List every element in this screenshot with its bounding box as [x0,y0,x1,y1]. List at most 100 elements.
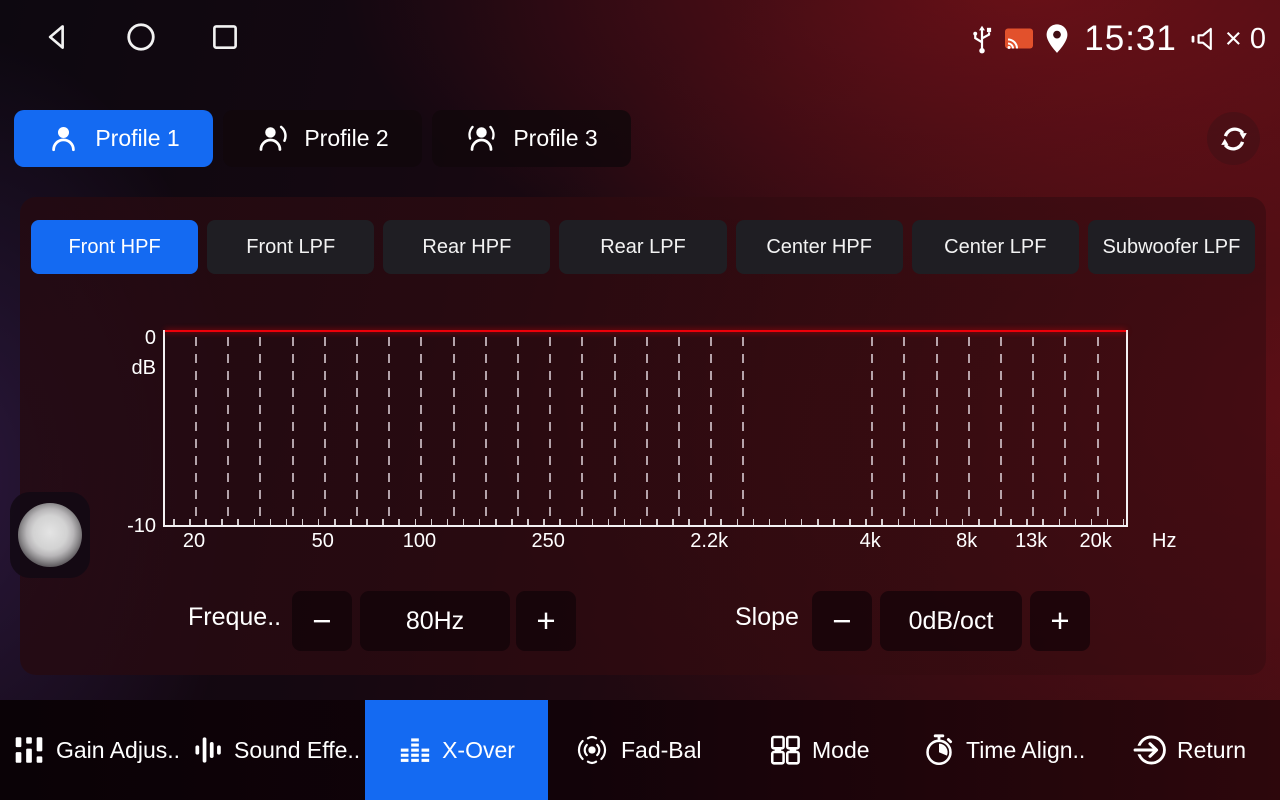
recents-button[interactable] [208,20,242,54]
axis-tick [463,519,465,525]
nav-fad-bal[interactable]: Fad-Bal [573,700,702,800]
tab-center-lpf[interactable]: Center LPF [912,220,1079,274]
back-button[interactable] [40,20,74,54]
tab-front-hpf[interactable]: Front HPF [31,220,198,274]
nav-time-align[interactable]: Time Align.. [922,700,1085,800]
x-axis-label: 2.2k [690,530,728,553]
chart-gridline [195,337,197,523]
chart-gridline [453,337,455,523]
axis-tick [1026,519,1028,525]
slope-plus-button[interactable]: + [1030,591,1090,651]
axis-tick [914,519,916,525]
chart-gridline [1097,337,1099,523]
refresh-icon [1218,123,1250,155]
profile-2-tab[interactable]: Profile 2 [223,110,422,167]
axis-tick [543,519,545,525]
frequency-value: 80Hz [360,591,510,651]
chart-gridline [968,337,970,523]
nav-return[interactable]: Return [1133,700,1246,800]
nav-label: Return [1177,737,1246,764]
axis-tick [318,519,320,525]
x-axis-label: 20k [1079,530,1111,553]
axis-tick [865,519,867,525]
return-arrow-icon [1133,733,1167,767]
axis-tick [479,519,481,525]
axis-tick [1075,519,1077,525]
profile-tabs: Profile 1 Profile 2 Profile 3 [14,110,631,167]
bottom-nav: Gain Adjus.. Sound Effe.. X-Over [0,700,1280,800]
floating-knob-button[interactable] [10,492,90,578]
axis-tick [930,519,932,525]
axis-tick [962,519,964,525]
volume-muted-icon[interactable]: × 0 [1190,23,1266,56]
nav-x-over[interactable]: X-Over [365,700,548,800]
nav-gain-adjust[interactable]: Gain Adjus.. [12,700,180,800]
axis-tick [189,519,191,525]
axis-tick [1059,519,1061,525]
response-curve-0db [165,330,1126,332]
tab-center-hpf[interactable]: Center HPF [736,220,903,274]
axis-tick [1042,519,1044,525]
axis-tick [769,519,771,525]
axis-tick [221,519,223,525]
slope-label: Slope [735,603,799,632]
axis-tick [398,519,400,525]
chart-gridline [614,337,616,523]
frequency-plus-button[interactable]: + [516,591,576,651]
tab-rear-hpf[interactable]: Rear HPF [383,220,550,274]
axis-tick [559,519,561,525]
x-axis-label: 8k [956,530,977,553]
axis-tick [1010,519,1012,525]
nav-mode[interactable]: Mode [768,700,870,800]
nav-sound-effect[interactable]: Sound Effe.. [192,700,360,800]
tab-front-lpf[interactable]: Front LPF [207,220,374,274]
y-axis-tick-0: 0 [104,327,156,350]
nav-label: Gain Adjus.. [56,737,180,764]
profile-3-tab[interactable]: Profile 3 [432,110,631,167]
chart-gridline [420,337,422,523]
axis-tick [173,519,175,525]
chart-gridline [742,337,744,523]
tab-rear-lpf[interactable]: Rear LPF [559,220,726,274]
home-button[interactable] [124,20,158,54]
person-2-icon [256,122,289,155]
reset-button[interactable] [1207,112,1260,165]
axis-tick [415,519,417,525]
axis-tick [849,519,851,525]
status-icons: 15:31 × 0 [969,14,1266,64]
chart-gridline [292,337,294,523]
person-icon [47,122,80,155]
frequency-minus-button[interactable]: − [292,591,352,651]
y-axis-unit: dB [104,357,156,380]
profile-1-tab[interactable]: Profile 1 [14,110,213,167]
tab-subwoofer-lpf[interactable]: Subwoofer LPF [1088,220,1255,274]
axis-tick [817,519,819,525]
axis-tick [785,519,787,525]
system-nav [40,20,242,54]
axis-tick [382,519,384,525]
axis-tick [270,519,272,525]
chart-gridline [259,337,261,523]
mode-grid-icon [768,733,802,767]
y-axis-tick-minus10: -10 [104,515,156,538]
chart-gridline [517,337,519,523]
axis-tick [495,519,497,525]
minus-icon: − [832,602,851,640]
chart-gridline [1064,337,1066,523]
axis-tick [366,519,368,525]
axis-tick [237,519,239,525]
profile-label: Profile 2 [304,125,388,152]
slope-minus-button[interactable]: − [812,591,872,651]
channel-filter-tabs: Front HPF Front LPF Rear HPF Rear LPF Ce… [31,220,1255,274]
axis-tick [592,519,594,525]
back-icon [42,21,72,53]
x-axis-labels: 20501002502.2k4k8k13k20k [163,530,1128,556]
axis-tick [527,519,529,525]
axis-tick [254,519,256,525]
axis-tick [608,519,610,525]
chart-gridline [324,337,326,523]
cast-icon [1004,27,1034,52]
clock: 15:31 [1080,19,1181,59]
chart-gridline [1032,337,1034,523]
x-axis-label: 13k [1015,530,1047,553]
